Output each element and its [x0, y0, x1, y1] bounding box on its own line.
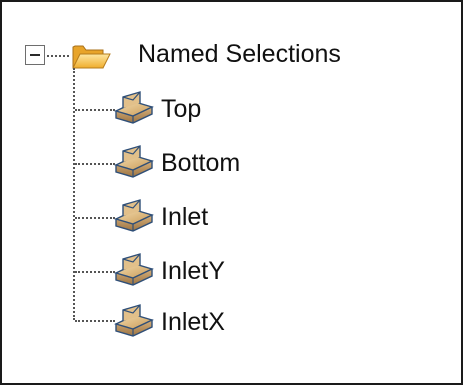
tree-connector — [73, 68, 75, 320]
named-selection-icon — [114, 253, 154, 286]
tree-connector — [75, 163, 115, 165]
tree-connector — [75, 271, 115, 273]
tree-item-label[interactable]: InletY — [161, 256, 225, 286]
named-selections-tree-panel: Named Selections Top Bottom Inlet InletY… — [0, 0, 463, 385]
tree-item-label[interactable]: Top — [161, 94, 201, 124]
tree-connector — [75, 109, 115, 111]
named-selection-icon — [114, 304, 154, 337]
named-selection-icon — [114, 91, 154, 124]
named-selection-icon — [114, 199, 154, 232]
tree-view[interactable]: Named Selections Top Bottom Inlet InletY… — [2, 2, 461, 383]
tree-connector — [75, 217, 115, 219]
tree-item-label[interactable]: Inlet — [161, 202, 208, 232]
tree-connector — [47, 55, 69, 57]
tree-connector — [75, 320, 115, 322]
tree-root-label[interactable]: Named Selections — [138, 39, 341, 69]
tree-item-label[interactable]: InletX — [161, 307, 225, 337]
named-selection-icon — [114, 145, 154, 178]
collapse-toggle[interactable] — [25, 45, 45, 65]
folder-open-icon — [72, 45, 111, 69]
tree-item-label[interactable]: Bottom — [161, 148, 240, 178]
